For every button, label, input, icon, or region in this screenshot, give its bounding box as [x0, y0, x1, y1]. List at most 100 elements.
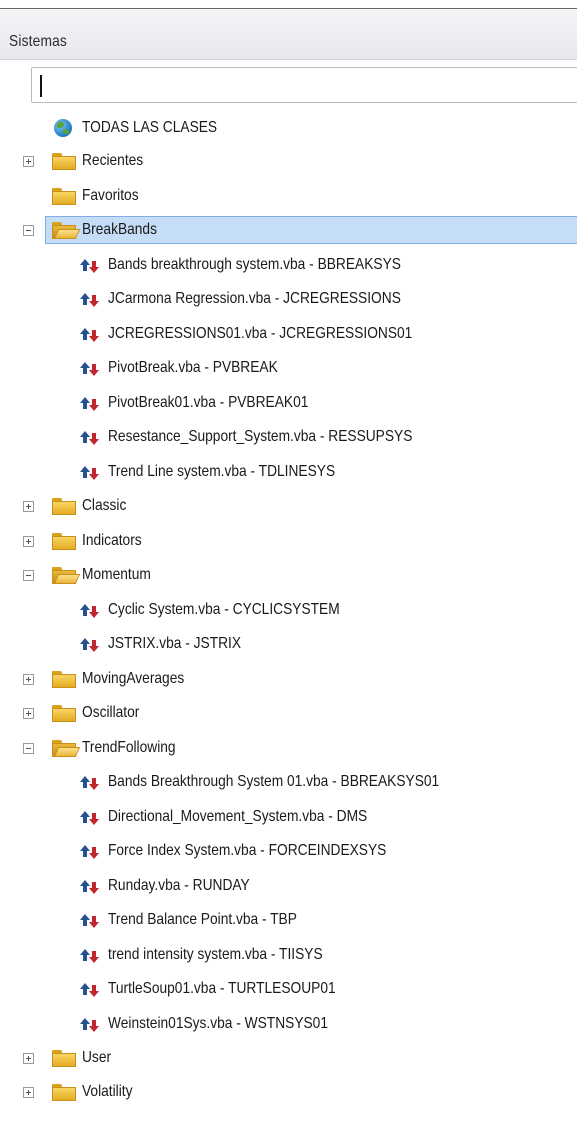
tree-item-system[interactable]: Bands Breakthrough System 01.vba - BBREA… [0, 767, 577, 797]
tree-item-label: trend intensity system.vba - TIISYS [108, 946, 323, 963]
text-caret [40, 75, 42, 97]
tree-item-all-classes[interactable]: TODAS LAS CLASES [0, 113, 577, 143]
up-down-arrows-icon [80, 913, 102, 929]
tree-item-recientes[interactable]: Recientes [0, 146, 577, 176]
collapse-icon[interactable] [23, 570, 34, 581]
tree-item-label: JSTRIX.vba - JSTRIX [108, 635, 242, 652]
tree-item-label: Indicators [82, 532, 142, 549]
up-down-arrows-icon [80, 1017, 102, 1033]
tree-item-label: Weinstein01Sys.vba - WSTNSYS01 [108, 1015, 328, 1032]
folder-icon [52, 533, 76, 550]
up-down-arrows-icon [80, 361, 102, 377]
tree-item-system[interactable]: Runday.vba - RUNDAY [0, 871, 577, 901]
tree-item-label: Cyclic System.vba - CYCLICSYSTEM [108, 601, 340, 618]
tree-item-label: MovingAverages [82, 670, 185, 687]
tree-item-system[interactable]: JCREGRESSIONS01.vba - JCREGRESSIONS01 [0, 319, 577, 349]
expand-icon[interactable] [23, 1053, 34, 1064]
tree-item-label: User [82, 1049, 112, 1066]
tree-item-volatility[interactable]: Volatility [0, 1077, 577, 1107]
tree-item-label: Momentum [82, 566, 151, 583]
up-down-arrows-icon [80, 603, 102, 619]
tree-item-label: PivotBreak01.vba - PVBREAK01 [108, 394, 309, 411]
up-down-arrows-icon [80, 775, 102, 791]
tree-item-breakbands[interactable]: BreakBands [0, 215, 577, 245]
globe-icon [54, 119, 72, 137]
expand-icon[interactable] [23, 674, 34, 685]
tree-item-label: JCarmona Regression.vba - JCREGRESSIONS [108, 290, 401, 307]
tree-item-label: JCREGRESSIONS01.vba - JCREGRESSIONS01 [108, 325, 413, 342]
tree-item-system[interactable]: Force Index System.vba - FORCEINDEXSYS [0, 836, 577, 866]
tree-item-label: Runday.vba - RUNDAY [108, 877, 250, 894]
search-input[interactable] [31, 67, 577, 103]
tree-item-label: Force Index System.vba - FORCEINDEXSYS [108, 842, 387, 859]
tree-item-system[interactable]: TurtleSoup01.vba - TURTLESOUP01 [0, 974, 577, 1004]
tree-item-system[interactable]: Trend Balance Point.vba - TBP [0, 905, 577, 935]
up-down-arrows-icon [80, 430, 102, 446]
tree-item-label: Volatility [82, 1083, 133, 1100]
tree-item-system[interactable]: Directional_Movement_System.vba - DMS [0, 802, 577, 832]
tree-item-label: TrendFollowing [82, 739, 176, 756]
tree-item-label: BreakBands [82, 221, 157, 238]
up-down-arrows-icon [80, 396, 102, 412]
up-down-arrows-icon [80, 844, 102, 860]
up-down-arrows-icon [80, 258, 102, 274]
tree-item-label: PivotBreak.vba - PVBREAK [108, 359, 278, 376]
expand-icon[interactable] [23, 708, 34, 719]
expand-icon[interactable] [23, 536, 34, 547]
tree-item-system[interactable]: JSTRIX.vba - JSTRIX [0, 629, 577, 659]
tree-item-label: Resestance_Support_System.vba - RESSUPSY… [108, 428, 413, 445]
tree-item-label: Classic [82, 497, 127, 514]
tree-item-indicators[interactable]: Indicators [0, 526, 577, 556]
up-down-arrows-icon [80, 879, 102, 895]
tree-item-user[interactable]: User [0, 1043, 577, 1073]
up-down-arrows-icon [80, 948, 102, 964]
tree-item-momentum[interactable]: Momentum [0, 560, 577, 590]
folder-icon [52, 1084, 76, 1101]
up-down-arrows-icon [80, 637, 102, 653]
tree-item-system[interactable]: PivotBreak01.vba - PVBREAK01 [0, 388, 577, 418]
tree-item-label: Oscillator [82, 704, 140, 721]
tree-item-classic[interactable]: Classic [0, 491, 577, 521]
tree-item-system[interactable]: Resestance_Support_System.vba - RESSUPSY… [0, 422, 577, 452]
up-down-arrows-icon [80, 292, 102, 308]
up-down-arrows-icon [80, 327, 102, 343]
open-folder-icon [52, 222, 81, 239]
tree-item-label: Directional_Movement_System.vba - DMS [108, 808, 368, 825]
tree-item-label: TODAS LAS CLASES [82, 119, 218, 136]
tree-item-system[interactable]: JCarmona Regression.vba - JCREGRESSIONS [0, 284, 577, 314]
tree-item-trendfollowing[interactable]: TrendFollowing [0, 733, 577, 763]
expand-icon[interactable] [23, 1087, 34, 1098]
tree-item-system[interactable]: Cyclic System.vba - CYCLICSYSTEM [0, 595, 577, 625]
tree-item-movingaverages[interactable]: MovingAverages [0, 664, 577, 694]
tree-item-system[interactable]: PivotBreak.vba - PVBREAK [0, 353, 577, 383]
folder-icon [52, 1050, 76, 1067]
top-border [0, 0, 577, 9]
tree-item-label: TurtleSoup01.vba - TURTLESOUP01 [108, 980, 336, 997]
folder-icon [52, 153, 76, 170]
tree-item-label: Trend Balance Point.vba - TBP [108, 911, 297, 928]
tree-item-system[interactable]: Bands breakthrough system.vba - BBREAKSY… [0, 250, 577, 280]
tree-item-label: Recientes [82, 152, 144, 169]
tree-item-favoritos[interactable]: Favoritos [0, 181, 577, 211]
panel-header: Sistemas [0, 9, 577, 60]
folder-icon [52, 188, 76, 205]
tree-item-system[interactable]: trend intensity system.vba - TIISYS [0, 940, 577, 970]
open-folder-icon [52, 567, 81, 584]
tree-item-label: Favoritos [82, 187, 139, 204]
up-down-arrows-icon [80, 982, 102, 998]
tree-item-system[interactable]: Trend Line system.vba - TDLINESYS [0, 457, 577, 487]
tree-item-system[interactable]: Weinstein01Sys.vba - WSTNSYS01 [0, 1009, 577, 1039]
open-folder-icon [52, 740, 81, 757]
tree-item-label: Bands breakthrough system.vba - BBREAKSY… [108, 256, 401, 273]
tree-item-label: Bands Breakthrough System 01.vba - BBREA… [108, 773, 440, 790]
folder-icon [52, 705, 76, 722]
expand-icon[interactable] [23, 156, 34, 167]
folder-icon [52, 671, 76, 688]
collapse-icon[interactable] [23, 225, 34, 236]
tree-item-label: Trend Line system.vba - TDLINESYS [108, 463, 336, 480]
tree-item-oscillator[interactable]: Oscillator [0, 698, 577, 728]
folder-icon [52, 498, 76, 515]
up-down-arrows-icon [80, 810, 102, 826]
expand-icon[interactable] [23, 501, 34, 512]
collapse-icon[interactable] [23, 743, 34, 754]
